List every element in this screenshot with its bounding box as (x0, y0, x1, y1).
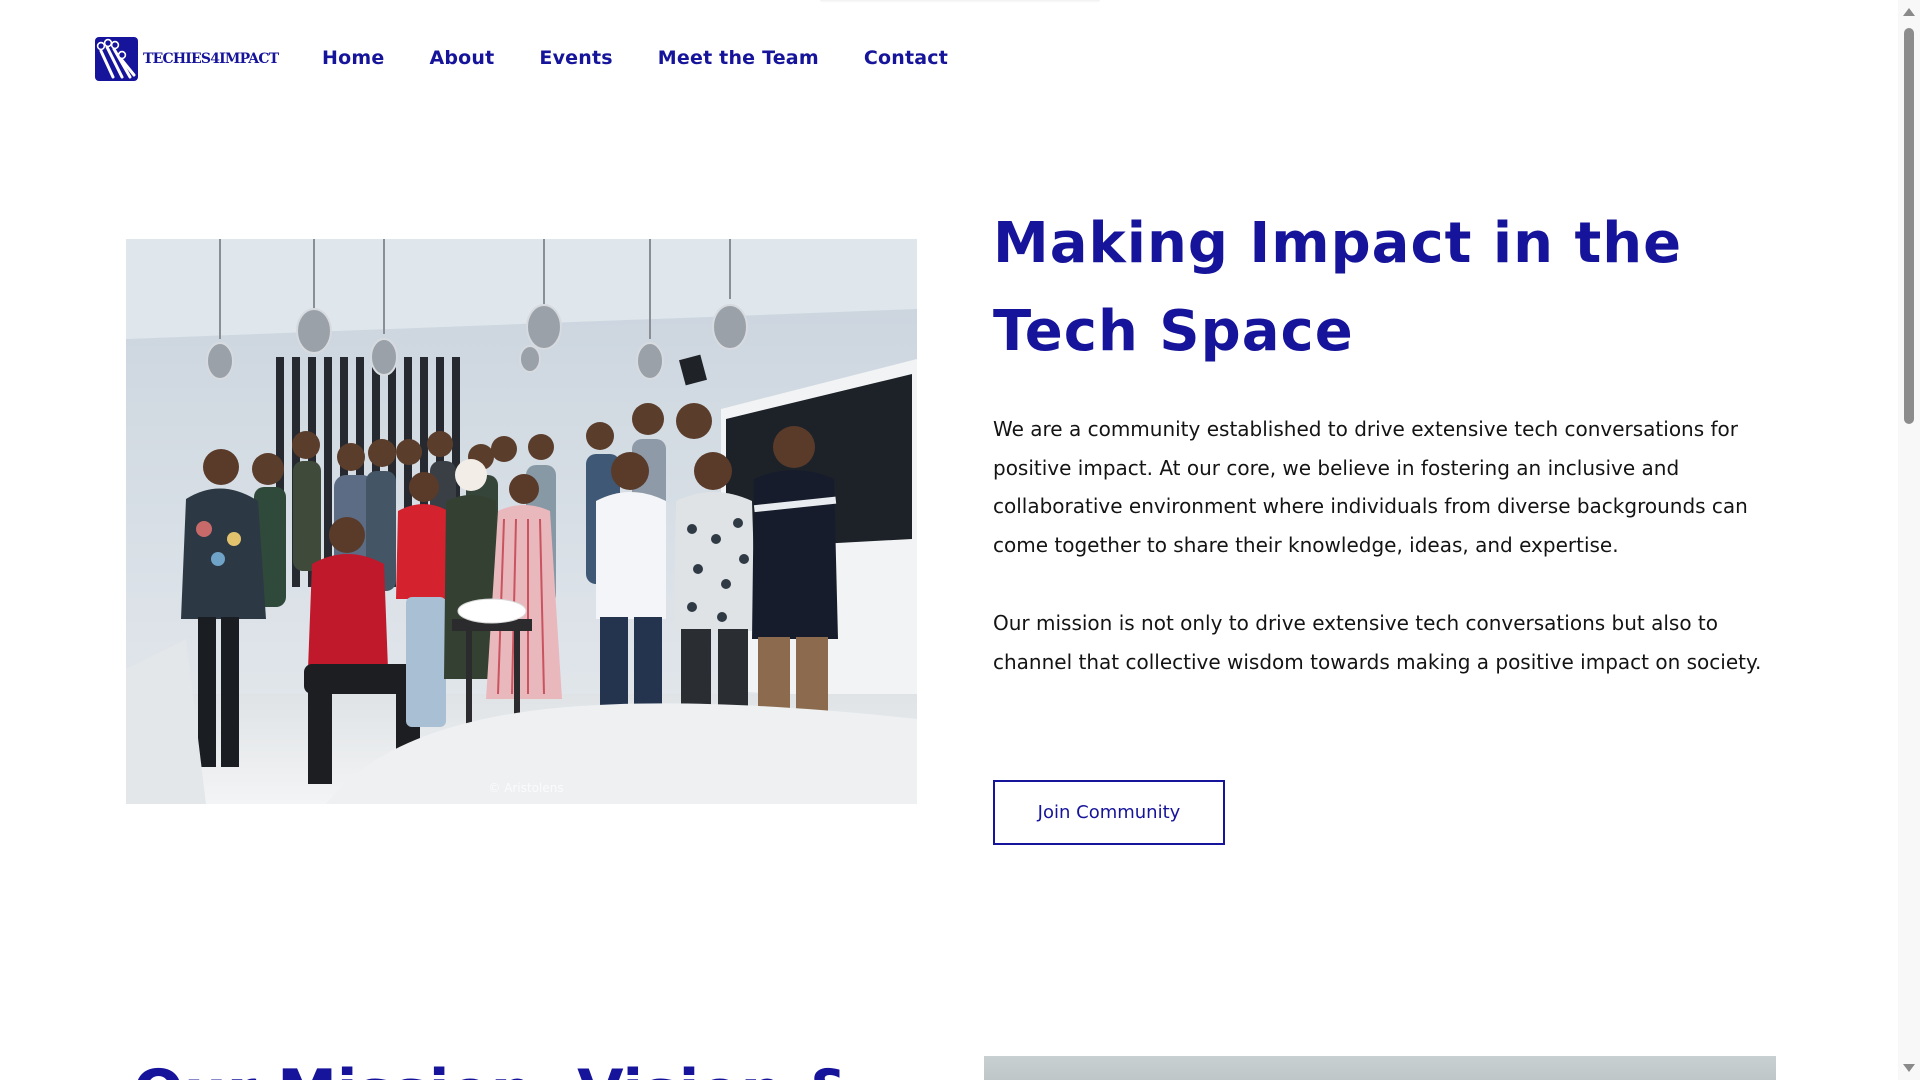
hero-title-line-1: Making Impact in the (993, 211, 1683, 276)
mission-vision-heading: Our Mission, Vision & (133, 1052, 856, 1080)
page-scrollbar[interactable] (1898, 0, 1920, 1080)
brand-name: TECHIES4IMPACT (143, 51, 279, 67)
nav-meet-the-team[interactable]: Meet the Team (658, 47, 819, 69)
scroll-up-arrow-icon[interactable] (1903, 8, 1915, 16)
site-header: TECHIES4IMPACT Home About Events Meet th… (0, 0, 1898, 120)
main-nav: Home About Events Meet the Team Contact (322, 47, 948, 69)
nav-about[interactable]: About (429, 47, 494, 69)
hero-mission-paragraph: Our mission is not only to drive extensi… (993, 611, 1762, 674)
hero-title: Making Impact in the Tech Space (993, 200, 1753, 376)
circuit-nodes-icon (95, 37, 138, 81)
community-group-photo: © Aristolens (126, 239, 917, 804)
photo-watermark: © Aristolens (488, 781, 563, 795)
nav-contact[interactable]: Contact (864, 47, 948, 69)
page: TECHIES4IMPACT Home About Events Meet th… (0, 0, 1920, 1080)
hero-title-line-2: Tech Space (993, 299, 1354, 364)
nav-home[interactable]: Home (322, 47, 384, 69)
scrollbar-thumb[interactable] (1904, 28, 1914, 424)
join-community-button[interactable]: Join Community (993, 780, 1225, 845)
brand-logo[interactable]: TECHIES4IMPACT (95, 37, 279, 81)
mission-section-photo (984, 1056, 1776, 1080)
scroll-down-arrow-icon[interactable] (1903, 1064, 1915, 1072)
nav-events[interactable]: Events (539, 47, 612, 69)
hero-intro-paragraph: We are a community established to drive … (993, 417, 1748, 557)
